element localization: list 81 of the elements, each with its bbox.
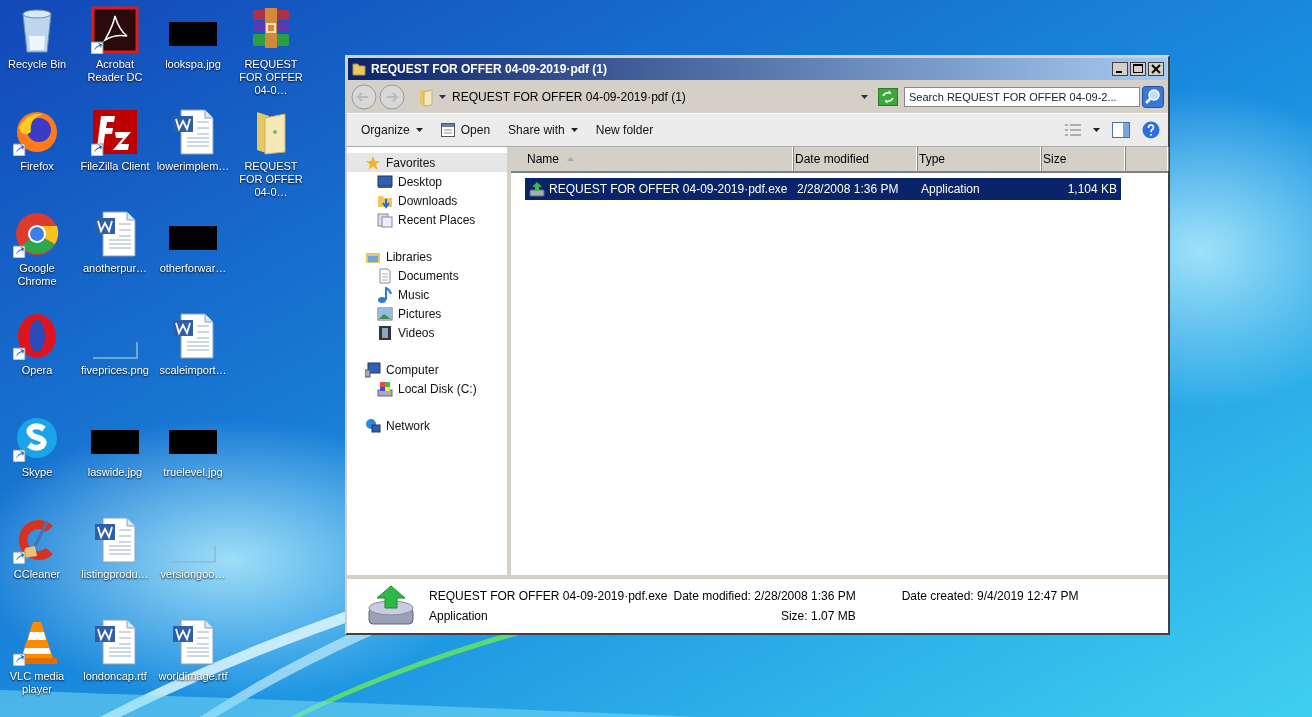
icon-label[interactable]: VLC media player [0, 670, 75, 696]
preview-pane-icon[interactable] [1112, 122, 1130, 138]
icon-label[interactable]: Google Chrome [0, 262, 75, 288]
nav-item[interactable]: Pictures [347, 304, 507, 323]
caret-icon [439, 95, 446, 99]
film-icon [377, 324, 393, 341]
search-button[interactable] [1142, 86, 1164, 108]
icon-label[interactable]: Opera [21, 364, 53, 377]
caret-icon[interactable] [1093, 128, 1100, 132]
icon-label[interactable]: Skype [21, 466, 53, 479]
icon-label[interactable]: otherforwar… [159, 262, 227, 275]
calendar-icon [440, 123, 455, 137]
network-icon [365, 417, 381, 434]
icon-label[interactable]: Firefox [20, 160, 54, 173]
toolbar-button[interactable]: New folder [589, 120, 660, 140]
nav-item[interactable]: Desktop [347, 172, 507, 191]
file-name: REQUEST FOR OFFER 04-09-2019·pdf.exe [549, 182, 788, 196]
file-type: Application [429, 609, 489, 623]
computer-icon [365, 361, 381, 378]
acrobat-icon[interactable] [91, 6, 139, 54]
nav-item[interactable]: Libraries [347, 247, 507, 266]
column-header[interactable]: Type [917, 147, 1041, 171]
icon-label[interactable]: FileZilla Client [80, 160, 150, 173]
column-header[interactable]: Name [525, 147, 793, 171]
music-note-icon [377, 286, 393, 303]
column-header[interactable]: Date modified [793, 147, 917, 171]
chrome-icon[interactable] [13, 210, 61, 258]
installer-icon [529, 181, 545, 197]
column-header[interactable]: Size [1041, 147, 1125, 171]
close-button[interactable] [1148, 62, 1164, 76]
caret-icon [415, 128, 423, 132]
icon-label[interactable]: REQUEST FOR OFFER 04-0… [233, 160, 309, 199]
file-date: 2/28/2008 1:36 PM [796, 182, 900, 196]
icon-label[interactable]: Recycle Bin [7, 58, 67, 71]
recent-places-icon [377, 211, 393, 228]
window-title: REQUEST FOR OFFER 04-09-2019·pdf (1) [371, 62, 608, 76]
file-size: Size: 1.07 MB [779, 609, 856, 623]
date-modified: Date modified: 2/28/2008 1:36 PM [673, 589, 856, 603]
menu-button[interactable]: Share with [502, 120, 584, 140]
monitor-icon [377, 173, 393, 190]
menu-button[interactable]: Organize [355, 120, 429, 140]
help-icon[interactable] [1142, 121, 1160, 139]
minimize-button[interactable] [1112, 62, 1128, 76]
toolbar-button[interactable]: Open [434, 120, 497, 140]
file-type: Application [920, 182, 981, 196]
folder-icon [417, 87, 433, 107]
icon-label[interactable]: fiveprices.png [81, 364, 149, 377]
date-created: Date created: 9/4/2019 12:47 PM [900, 589, 1079, 603]
document-icon [377, 267, 393, 284]
address-path: REQUEST FOR OFFER 04-09-2019·pdf (1) [452, 90, 686, 104]
nav-item[interactable]: Local Disk (C:) [347, 379, 507, 398]
nav-item[interactable]: Computer [347, 360, 507, 379]
icon-label[interactable]: scaleimport… [159, 364, 227, 377]
file-row[interactable]: REQUEST FOR OFFER 04-09-2019·pdf.exe 2/28/2008 1:36 PM Application 1,104 KB [525, 178, 1121, 200]
refresh-button[interactable] [878, 88, 898, 106]
file-name: REQUEST FOR OFFER 04-09-2019·pdf.exe [429, 589, 668, 603]
nav-item[interactable]: Documents [347, 266, 507, 285]
nav-item[interactable]: Videos [347, 323, 507, 342]
icon-label[interactable]: anotherpur… [82, 262, 148, 275]
file-size: 1,104 KB [1066, 182, 1118, 196]
nav-item[interactable]: Recent Places [347, 210, 507, 229]
local-disk-icon [377, 380, 393, 397]
nav-item[interactable]: Music [347, 285, 507, 304]
dropdown-caret-icon [861, 95, 868, 99]
filezilla-icon[interactable] [91, 108, 139, 156]
search-field[interactable]: Search REQUEST FOR OFFER 04-09-2... [904, 87, 1140, 107]
nav-item[interactable]: Favorites [347, 153, 507, 172]
folder-icon [351, 61, 367, 77]
nav-item[interactable]: Downloads [347, 191, 507, 210]
icon-label[interactable]: Acrobat Reader DC [77, 58, 153, 84]
installer-icon [367, 584, 415, 628]
address-bar[interactable]: REQUEST FOR OFFER 04-09-2019·pdf (1) [413, 85, 876, 109]
picture-icon [377, 305, 393, 322]
sort-arrow-icon [567, 157, 574, 161]
star-icon [365, 154, 381, 171]
icon-label[interactable]: lowerimplem… [156, 160, 230, 173]
maximize-button[interactable] [1130, 62, 1146, 76]
icon-label[interactable]: REQUEST FOR OFFER 04-0… [233, 58, 309, 97]
caret-icon [570, 128, 578, 132]
nav-item[interactable]: Network [347, 416, 507, 435]
icon-label[interactable]: lookspa.jpg [165, 58, 221, 71]
